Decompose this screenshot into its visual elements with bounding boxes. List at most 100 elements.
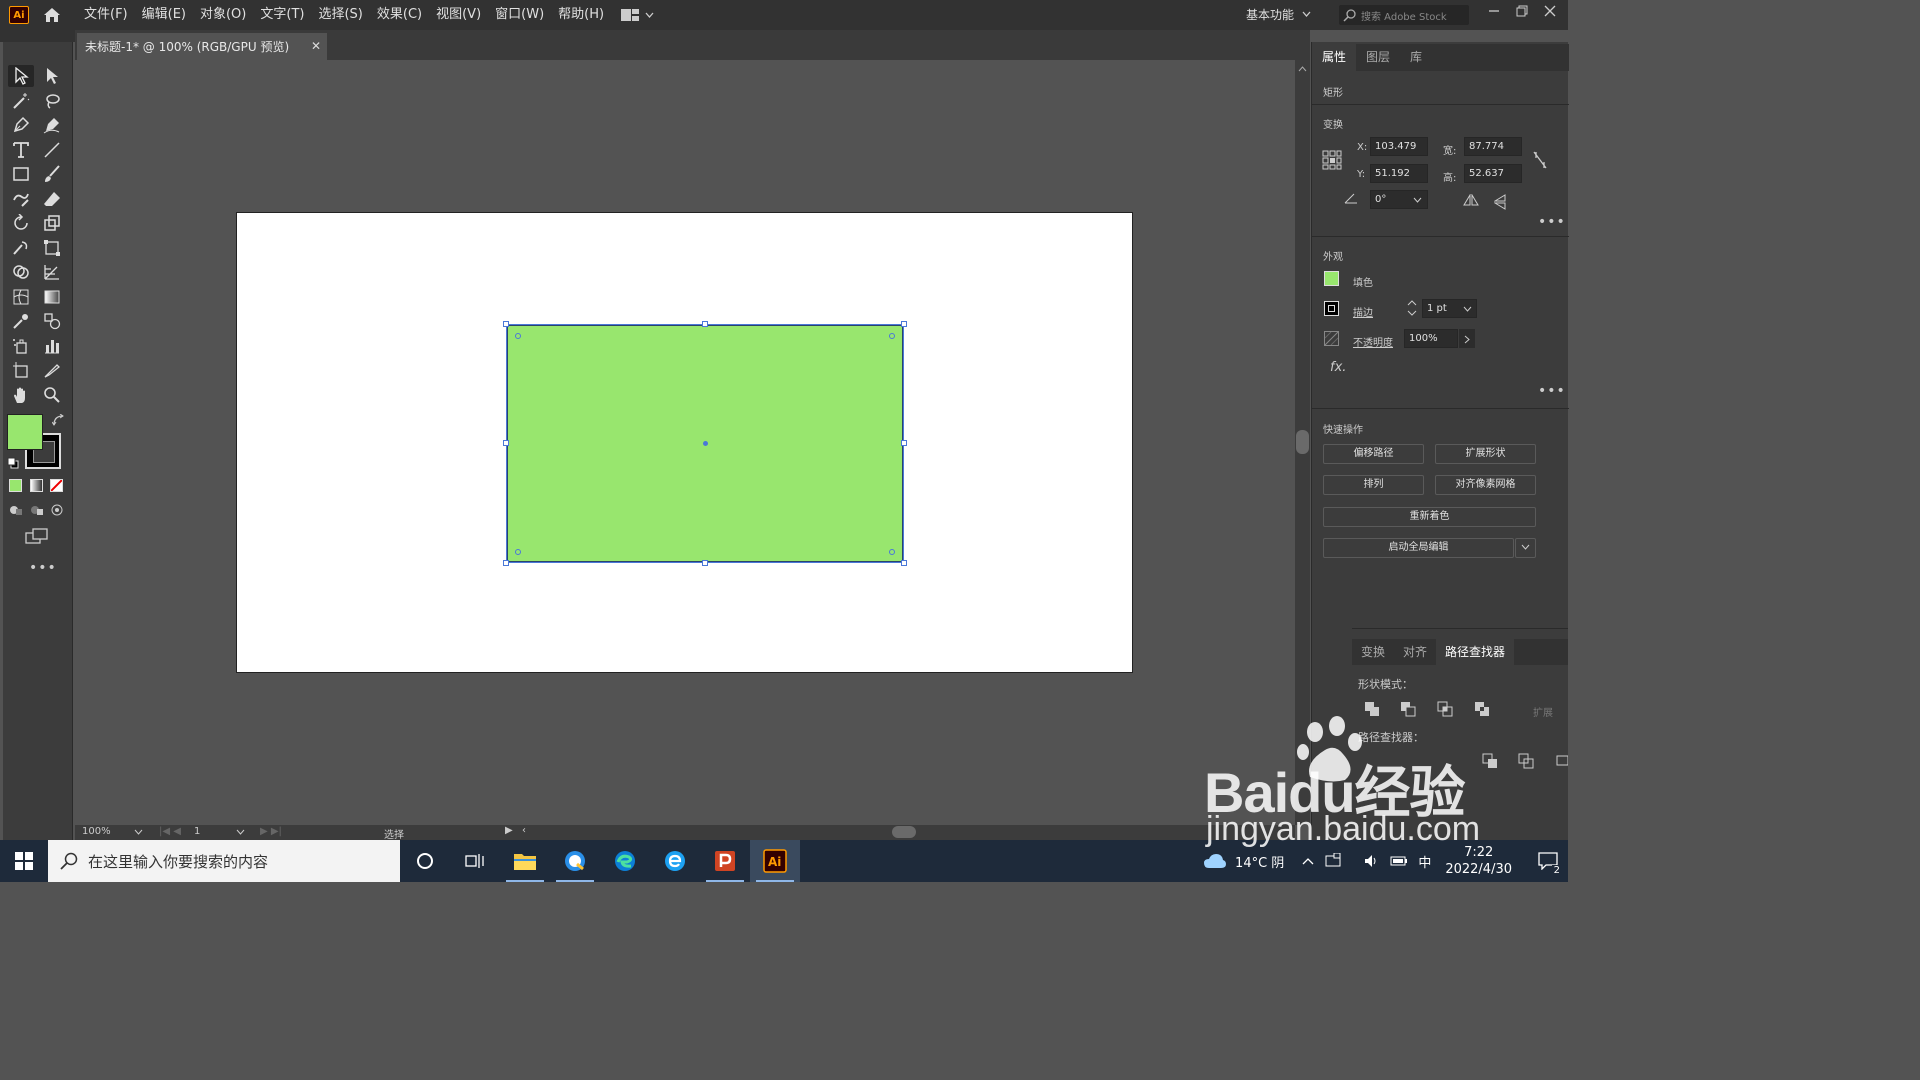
lasso-tool[interactable]: [39, 90, 65, 112]
shaper-tool[interactable]: [8, 188, 34, 210]
zoom-tool[interactable]: [39, 384, 65, 406]
edit-toolbar-more-icon[interactable]: •••: [29, 560, 57, 576]
canvas-area[interactable]: [75, 60, 1295, 825]
taskbar-search-input[interactable]: 在这里输入你要搜索的内容: [48, 840, 400, 882]
resize-handle-bottom[interactable]: [702, 560, 708, 566]
scroll-left-icon[interactable]: ‹: [522, 825, 526, 836]
chevron-down-icon[interactable]: [1463, 306, 1472, 312]
draw-inside-icon[interactable]: [50, 503, 64, 520]
chevron-up-icon[interactable]: [1302, 857, 1314, 865]
tab-properties[interactable]: 属性: [1312, 44, 1357, 71]
unite-icon[interactable]: [1364, 701, 1380, 720]
menu-view[interactable]: 视图(V): [429, 0, 488, 30]
menu-help[interactable]: 帮助(H): [551, 0, 611, 30]
resize-handle-top-left[interactable]: [503, 321, 509, 327]
eyedropper-tool[interactable]: [8, 310, 34, 332]
weather-text[interactable]: 14°C 阴: [1235, 852, 1284, 871]
magic-wand-tool[interactable]: [8, 90, 34, 112]
volume-icon[interactable]: [1364, 853, 1380, 869]
file-explorer-button[interactable]: [500, 840, 550, 882]
corner-radius-widget[interactable]: [515, 333, 521, 339]
width-input[interactable]: 87.774: [1464, 137, 1522, 156]
perspective-grid-tool[interactable]: [39, 261, 65, 283]
outline-icon[interactable]: [1482, 753, 1498, 772]
play-icon[interactable]: ▶: [505, 825, 513, 836]
menu-object[interactable]: 对象(O): [193, 0, 253, 30]
global-edit-dropdown[interactable]: [1515, 538, 1536, 558]
cortana-button[interactable]: [400, 840, 450, 882]
network-icon[interactable]: [1324, 853, 1342, 869]
tab-align[interactable]: 对齐: [1394, 639, 1436, 665]
fill-color-swatch[interactable]: [7, 414, 43, 450]
effects-icon[interactable]: fx.: [1330, 360, 1346, 375]
warp-tool[interactable]: [8, 237, 34, 259]
home-icon[interactable]: [41, 5, 63, 25]
menu-edit[interactable]: 编辑(E): [135, 0, 193, 30]
arrange-documents-button[interactable]: [621, 9, 654, 21]
more-transform-options-icon[interactable]: •••: [1538, 214, 1566, 230]
swap-colors-icon[interactable]: [51, 413, 65, 430]
x-position-input[interactable]: 103.479: [1370, 137, 1428, 156]
stroke-label[interactable]: 描边: [1353, 304, 1373, 319]
hand-tool[interactable]: [8, 384, 34, 406]
vertical-scroll-thumb[interactable]: [1296, 430, 1309, 454]
menu-effect[interactable]: 效果(C): [370, 0, 429, 30]
zoom-level[interactable]: 100%: [82, 826, 111, 837]
document-tab[interactable]: 未标题-1* @ 100% (RGB/GPU 预览) ✕: [77, 33, 327, 60]
chevron-down-icon[interactable]: [236, 829, 245, 835]
slice-tool[interactable]: [39, 359, 65, 381]
scale-tool[interactable]: [39, 212, 65, 234]
resize-handle-bottom-right[interactable]: [901, 560, 907, 566]
offset-path-button[interactable]: 偏移路径: [1323, 444, 1424, 464]
artboard-number[interactable]: 1: [194, 826, 200, 837]
stroke-weight-stepper-icon[interactable]: [1407, 299, 1417, 320]
mesh-tool[interactable]: [8, 286, 34, 308]
gradient-mode-button[interactable]: [30, 479, 43, 492]
minus-back-icon[interactable]: [1518, 753, 1534, 772]
corner-radius-widget[interactable]: [515, 549, 521, 555]
y-position-input[interactable]: 51.192: [1370, 164, 1428, 183]
task-view-button[interactable]: [450, 840, 500, 882]
more-appearance-options-icon[interactable]: •••: [1538, 383, 1566, 399]
stroke-weight-input[interactable]: 1 pt: [1422, 299, 1477, 318]
toolbar-collapse-strip[interactable]: [0, 30, 75, 42]
horizontal-scroll-thumb[interactable]: [892, 826, 916, 838]
corner-radius-widget[interactable]: [889, 333, 895, 339]
selection-tool[interactable]: [8, 65, 34, 87]
free-transform-tool[interactable]: [39, 237, 65, 259]
clock[interactable]: 7:22 2022/4/30: [1445, 844, 1512, 878]
opacity-label[interactable]: 不透明度: [1353, 334, 1393, 349]
qq-browser-button[interactable]: [550, 840, 600, 882]
resize-handle-right[interactable]: [901, 440, 907, 446]
start-button[interactable]: [0, 840, 48, 882]
first-artboard-icon[interactable]: |◀ ◀: [159, 826, 181, 837]
global-edit-button[interactable]: 启动全局编辑: [1323, 538, 1514, 558]
align-pixel-grid-button[interactable]: 对齐像素网格: [1435, 475, 1536, 495]
line-segment-tool[interactable]: [39, 139, 65, 161]
chevron-down-icon[interactable]: [1413, 197, 1422, 203]
curvature-tool[interactable]: [39, 114, 65, 136]
notification-center-button[interactable]: 2: [1528, 840, 1568, 882]
tab-pathfinder[interactable]: 路径查找器: [1436, 639, 1515, 665]
draw-behind-icon[interactable]: [29, 503, 45, 520]
resize-handle-bottom-left[interactable]: [503, 560, 509, 566]
powerpoint-button[interactable]: [700, 840, 750, 882]
vertical-scrollbar[interactable]: [1295, 60, 1310, 825]
last-artboard-icon[interactable]: ▶ ▶|: [260, 826, 282, 837]
draw-normal-icon[interactable]: [8, 503, 24, 520]
recolor-button[interactable]: 重新着色: [1323, 507, 1536, 527]
tab-transform[interactable]: 变换: [1352, 639, 1394, 665]
pen-tool[interactable]: [8, 114, 34, 136]
height-input[interactable]: 52.637: [1464, 164, 1522, 183]
menu-file[interactable]: 文件(F): [77, 0, 135, 30]
symbol-sprayer-tool[interactable]: [8, 335, 34, 357]
exclude-icon[interactable]: [1474, 701, 1490, 720]
corner-radius-widget[interactable]: [889, 549, 895, 555]
flip-horizontal-icon[interactable]: [1463, 193, 1479, 209]
edge-browser-button[interactable]: [600, 840, 650, 882]
expand-shape-button[interactable]: 扩展形状: [1435, 444, 1536, 464]
chevron-down-icon[interactable]: [134, 829, 143, 835]
gradient-tool[interactable]: [39, 286, 65, 308]
direct-selection-tool[interactable]: [39, 65, 65, 87]
arrange-button[interactable]: 排列: [1323, 475, 1424, 495]
